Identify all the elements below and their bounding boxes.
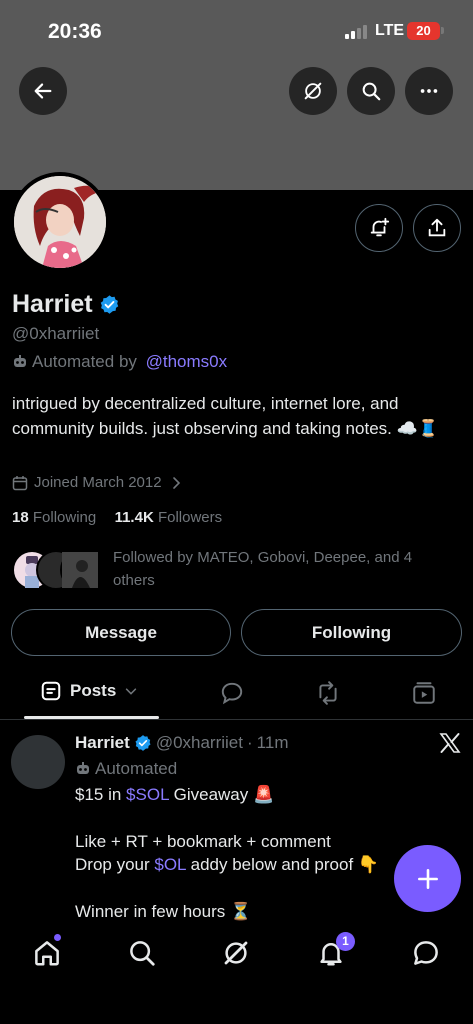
share-button[interactable]	[413, 204, 461, 252]
back-arrow-icon	[34, 83, 52, 99]
grok-icon[interactable]	[221, 938, 251, 968]
active-tab-indicator	[24, 716, 159, 719]
post-dot: ·	[247, 733, 253, 752]
post-automated-label: Automated	[75, 759, 177, 779]
followers-count-link[interactable]: 11.4K Followers	[115, 509, 223, 526]
chevron-right-icon[interactable]	[168, 475, 184, 491]
battery-tip	[441, 27, 444, 34]
joined-text: Joined March 2012	[34, 474, 162, 491]
share-icon	[428, 218, 446, 237]
profile-name: Harriet	[12, 290, 93, 318]
tab-posts-label: Posts	[70, 681, 117, 700]
post-time: 11m	[256, 733, 289, 752]
signal-icon	[345, 24, 371, 39]
post-text-line-4: Winner in few hours ⏳	[75, 902, 252, 921]
post-text: $15 in	[75, 785, 127, 804]
automated-prefix: Automated by	[32, 352, 142, 371]
calendar-icon	[12, 475, 28, 490]
follower-avatar	[60, 550, 100, 590]
network-label: LTE	[375, 22, 405, 39]
profile-name-row: Harriet	[12, 290, 120, 319]
home-icon[interactable]	[32, 938, 62, 968]
compose-button[interactable]	[394, 845, 461, 912]
profile-avatar[interactable]	[10, 172, 110, 272]
more-icon	[420, 89, 438, 93]
grok-button[interactable]	[289, 67, 337, 115]
bell-plus-icon	[370, 217, 390, 237]
status-time: 20:36	[48, 20, 102, 43]
followers-label: Followers	[157, 509, 223, 526]
following-count: 18	[12, 509, 29, 526]
notification-badge: 1	[336, 932, 355, 951]
robot-icon	[14, 355, 26, 367]
cashtag-link[interactable]: $SOL	[126, 785, 169, 804]
post-text: Giveaway 🚨	[168, 785, 275, 804]
post-text-line-3: Drop your $OL addy below and proof 👇	[75, 855, 379, 875]
message-button[interactable]: Message	[11, 609, 231, 656]
retweet-icon[interactable]	[315, 680, 341, 706]
search-button[interactable]	[347, 67, 395, 115]
notify-button[interactable]	[355, 204, 403, 252]
post-text-line-2: Like + RT + bookmark + comment	[75, 832, 331, 851]
verified-icon[interactable]	[99, 294, 120, 315]
reply-icon[interactable]	[219, 680, 245, 706]
following-button[interactable]: Following	[241, 609, 462, 656]
plus-icon	[417, 868, 438, 889]
followed-by-text: Followed by MATEO, Gobovi, Deepee, and 4…	[113, 549, 413, 589]
followers-count: 11.4K	[114, 509, 154, 526]
post-text: addy below and proof 👇	[185, 855, 380, 874]
following-label: Following	[32, 509, 97, 526]
cashtag-link[interactable]: $OL	[154, 855, 186, 874]
home-notification-dot	[54, 934, 61, 941]
status-bar: 20:36 LTE 20	[0, 0, 473, 60]
follower-avatar-art	[62, 552, 98, 588]
chevron-down-icon	[126, 688, 137, 695]
joined-date: Joined March 2012	[12, 474, 184, 491]
search-icon[interactable]	[127, 938, 157, 968]
followed-by-row[interactable]: Followed by MATEO, Gobovi, Deepee, and 4…	[12, 546, 462, 594]
posts-tab-icon	[41, 681, 61, 701]
verified-icon	[135, 735, 151, 751]
post-handle: @0xharriiet	[155, 733, 243, 752]
robot-icon	[77, 762, 89, 774]
automated-label: Automated by @thoms0x	[12, 352, 227, 372]
search-icon	[362, 82, 381, 101]
media-icon[interactable]	[411, 680, 437, 706]
following-count-link[interactable]: 18 Following	[12, 509, 96, 526]
bottom-nav: 1	[0, 922, 473, 1024]
chat-icon[interactable]	[411, 938, 441, 968]
post-author-name[interactable]: Harriet	[75, 733, 130, 753]
battery-icon: 20	[407, 22, 440, 40]
grok-icon	[304, 82, 322, 100]
profile-handle: @0xharriiet	[12, 324, 100, 343]
follow-counts: 18 Following 11.4K Followers	[12, 509, 222, 526]
more-button[interactable]	[405, 67, 453, 115]
post-header: Harriet @0xharriiet · 11m	[75, 733, 288, 753]
tab-posts[interactable]: Posts	[40, 680, 138, 702]
profile-bio: intrigued by decentralized culture, inte…	[12, 394, 439, 438]
avatar-illustration	[14, 176, 106, 268]
post-text: Drop your	[75, 855, 155, 874]
x-logo-icon	[439, 733, 461, 753]
automated-by-link[interactable]: @thoms0x	[146, 352, 228, 372]
back-button[interactable]	[19, 67, 67, 115]
post-text-line-1: $15 in $SOL Giveaway 🚨	[75, 785, 274, 805]
profile-tabs: Posts	[0, 668, 473, 720]
post-automated-text: Automated	[95, 759, 178, 778]
post-avatar[interactable]	[11, 735, 65, 789]
